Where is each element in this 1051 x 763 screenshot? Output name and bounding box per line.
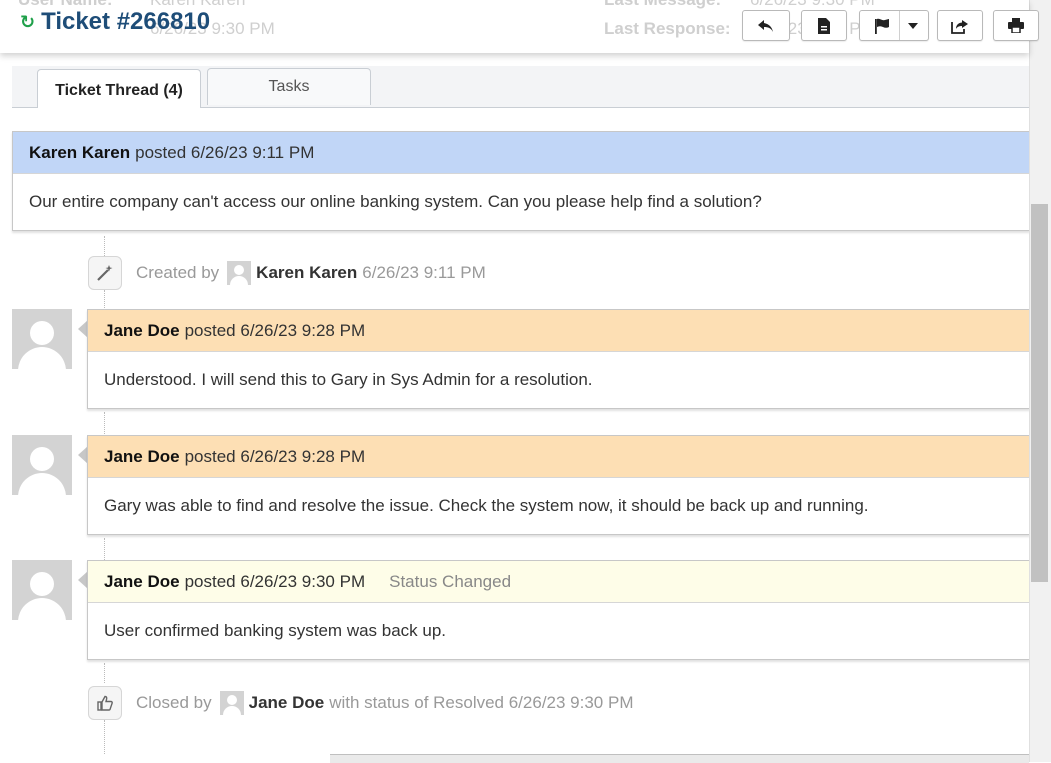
reply-icon: [757, 18, 775, 34]
event-user[interactable]: Jane Doe: [249, 693, 325, 713]
entry-body: Understood. I will send this to Gary in …: [104, 370, 593, 389]
avatar: [12, 560, 72, 620]
timeline-line: [104, 663, 105, 683]
event-user[interactable]: Karen Karen: [256, 263, 357, 283]
event-time: 6/26/23 9:11 PM: [362, 263, 486, 282]
timeline-line: [104, 412, 105, 434]
event-suffix: with status of Resolved 6/26/23 9:30 PM: [329, 693, 634, 712]
entry-header: Jane Doe posted 6/26/23 9:28 PM: [88, 436, 1030, 478]
chevron-down-icon[interactable]: [899, 11, 926, 40]
ticket-header: User Name: Karen Karen 6/26/23 9:30 PM L…: [0, 0, 1039, 53]
thread-entry-message: Karen Karen posted 6/26/23 9:11 PM Our e…: [12, 131, 1030, 231]
page-title: ↻ Ticket #266810: [20, 8, 210, 36]
share-icon: [951, 18, 969, 34]
flag-dropdown-button[interactable]: [859, 10, 929, 41]
timeline-line: [104, 720, 105, 754]
tab-ticket-thread[interactable]: Ticket Thread (4): [37, 69, 201, 108]
tab-bar: Ticket Thread (4) Tasks: [12, 66, 1029, 108]
thread-event-created: Created by Karen Karen 6/26/23 9:11 PM: [88, 256, 486, 290]
post-note-button[interactable]: [801, 10, 847, 41]
thread-entry-note: Jane Doe posted 6/26/23 9:30 PM Status C…: [87, 560, 1030, 660]
print-icon: [1008, 18, 1024, 33]
entry-posted: posted 6/26/23 9:30 PM: [184, 571, 366, 591]
tab-tasks[interactable]: Tasks: [207, 68, 371, 105]
entry-body: User confirmed banking system was back u…: [104, 621, 447, 640]
transfer-button[interactable]: [937, 10, 983, 41]
entry-body: Our entire company can't access our onli…: [29, 192, 762, 211]
ghost-last-message-label: Last Message:: [604, 0, 721, 10]
timeline-line: [104, 290, 105, 310]
thread-event-closed: Closed by Jane Doe with status of Resolv…: [88, 686, 634, 720]
scrollbar-thumb[interactable]: [1031, 204, 1048, 582]
avatar: [12, 435, 72, 495]
entry-author[interactable]: Karen Karen: [29, 143, 130, 163]
avatar: [12, 309, 72, 369]
entry-author[interactable]: Jane Doe: [104, 447, 180, 467]
entry-tag: Status Changed: [389, 571, 512, 591]
ghost-last-response-label: Last Response:: [604, 19, 731, 38]
timeline-line: [104, 538, 105, 560]
print-button[interactable]: [993, 10, 1039, 41]
thumbs-up-icon: [88, 686, 122, 720]
entry-author[interactable]: Jane Doe: [104, 572, 180, 592]
avatar: [219, 691, 244, 715]
entry-header: Karen Karen posted 6/26/23 9:11 PM: [13, 132, 1030, 174]
entry-body: Gary was able to find and resolve the is…: [104, 496, 869, 515]
magic-wand-icon: [88, 256, 122, 290]
entry-posted: posted 6/26/23 9:28 PM: [184, 320, 366, 340]
note-icon: [817, 17, 831, 34]
reply-button[interactable]: [742, 10, 790, 41]
ticket-title: Ticket #266810: [41, 8, 211, 35]
entry-header: Jane Doe posted 6/26/23 9:28 PM: [88, 310, 1030, 352]
timeline-line: [104, 236, 105, 258]
event-prefix: Closed by: [136, 693, 212, 712]
avatar: [227, 261, 252, 285]
entry-posted: posted 6/26/23 9:28 PM: [184, 446, 366, 466]
flag-icon: [860, 18, 899, 34]
entry-posted: posted 6/26/23 9:11 PM: [135, 142, 315, 162]
thread-entry-response: Jane Doe posted 6/26/23 9:28 PM Gary was…: [87, 435, 1030, 535]
entry-header: Jane Doe posted 6/26/23 9:30 PM Status C…: [88, 561, 1030, 603]
thread-entry-response: Jane Doe posted 6/26/23 9:28 PM Understo…: [87, 309, 1030, 409]
refresh-icon[interactable]: ↻: [20, 12, 35, 33]
ghost-last-message-value: 6/26/23 9:30 PM: [750, 0, 875, 10]
entry-author[interactable]: Jane Doe: [104, 321, 180, 341]
event-prefix: Created by: [136, 263, 220, 282]
